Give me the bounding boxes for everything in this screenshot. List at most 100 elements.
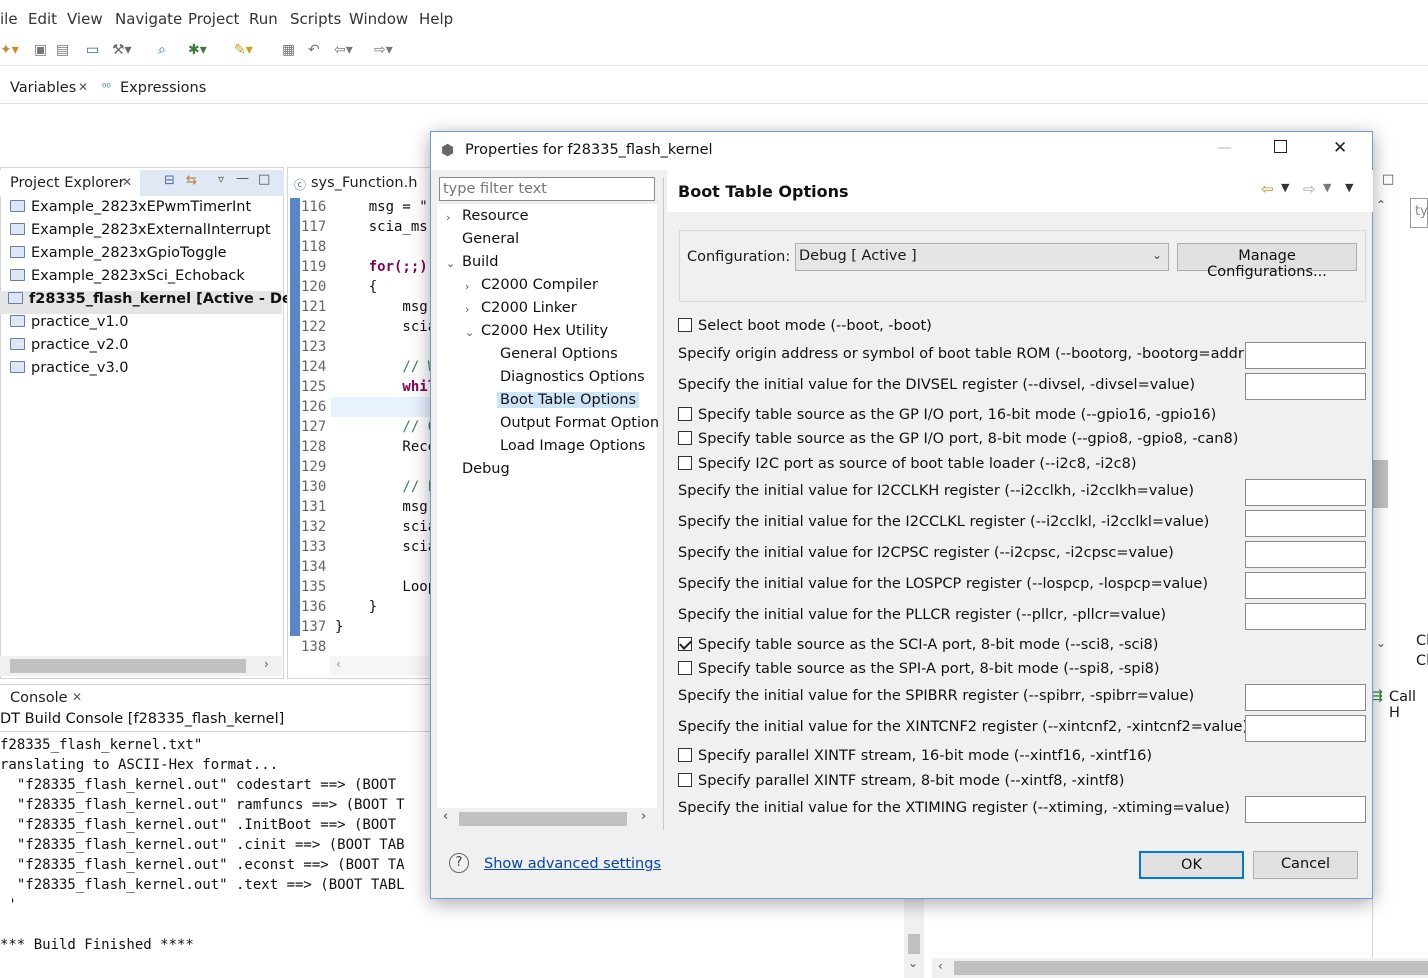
menu-scripts[interactable]: Scripts xyxy=(290,10,341,28)
nav-item[interactable]: Build xyxy=(462,254,498,270)
option-text-field[interactable] xyxy=(1245,715,1366,742)
sash[interactable] xyxy=(663,177,664,830)
filter-input[interactable]: type filter text xyxy=(439,177,655,201)
menu-help[interactable]: Help xyxy=(419,10,453,28)
scroll-down-icon[interactable]: ⌄ xyxy=(908,956,918,970)
menu-edit[interactable]: Edit xyxy=(28,10,57,28)
help-icon[interactable]: ? xyxy=(449,853,469,873)
chevron-right-icon[interactable]: › xyxy=(465,303,469,316)
nav-item[interactable]: General Options xyxy=(500,346,618,362)
project-item[interactable]: f28335_flash_kernel [Active - Debu xyxy=(0,291,312,314)
option-checkbox[interactable] xyxy=(678,773,692,787)
nav-hscroll[interactable]: ‹ › xyxy=(437,808,657,830)
scroll-down-icon[interactable]: ⌄ xyxy=(1376,636,1386,650)
menu-navigate[interactable]: Navigate xyxy=(115,10,182,28)
right-filter-input[interactable]: ty xyxy=(1410,198,1428,228)
scroll-up-icon[interactable]: ⌃ xyxy=(1376,198,1386,212)
close-icon[interactable]: ✕ xyxy=(72,690,82,704)
nav-item[interactable]: C2000 Linker xyxy=(481,300,577,316)
menu-view[interactable]: View xyxy=(67,10,103,28)
ok-button[interactable]: OK xyxy=(1139,851,1244,879)
close-icon[interactable]: ✕ xyxy=(122,175,132,189)
option-text-field[interactable] xyxy=(1245,510,1366,537)
nav-item[interactable]: C2000 Hex Utility xyxy=(481,323,608,339)
scroll-left-icon[interactable]: ‹ xyxy=(938,959,943,973)
option-row[interactable]: Specify parallel XINTF stream, 16-bit mo… xyxy=(678,748,1152,764)
menu-run[interactable]: Run xyxy=(249,10,278,28)
option-row[interactable]: Specify table source as the SPI-A port, … xyxy=(678,661,1160,677)
nav-item[interactable]: Debug xyxy=(462,461,510,477)
search-icon[interactable]: ⌕ xyxy=(158,42,166,58)
nav-item[interactable]: General xyxy=(462,231,519,247)
project-item[interactable]: practice_v2.0 xyxy=(10,337,129,360)
link-editor-icon[interactable]: ⇆ xyxy=(186,173,197,188)
scrollbar-thumb[interactable] xyxy=(954,961,1428,975)
forward-arrow-icon[interactable]: ⇨ xyxy=(1303,180,1316,198)
option-text-field[interactable] xyxy=(1245,603,1366,630)
option-row[interactable]: Specify I2C port as source of boot table… xyxy=(678,456,1137,472)
scrollbar-thumb[interactable] xyxy=(908,934,920,954)
console-vscroll[interactable]: ⌄ xyxy=(904,898,924,978)
option-checkbox[interactable] xyxy=(678,748,692,762)
chevron-down-icon[interactable]: ▼ xyxy=(1281,181,1289,194)
chevron-down-icon[interactable]: ⌄ xyxy=(465,326,474,339)
option-checkbox[interactable] xyxy=(678,318,692,332)
tab-project-explorer[interactable]: Project Explorer ✕ xyxy=(0,170,140,196)
option-checkbox[interactable] xyxy=(678,407,692,421)
nav-item[interactable]: Output Format Option xyxy=(500,415,659,431)
tab-expressions[interactable]: ⁰⁰ Expressions xyxy=(100,76,210,102)
project-item[interactable]: Example_2823xEPwmTimerInt xyxy=(10,199,251,222)
call-hierarchy-tab[interactable]: Call H xyxy=(1389,689,1428,721)
option-checkbox[interactable] xyxy=(678,431,692,445)
scrollbar-thumb[interactable] xyxy=(459,812,627,826)
save-icon[interactable]: ▣ xyxy=(34,42,47,58)
option-row[interactable]: Specify parallel XINTF stream, 8-bit mod… xyxy=(678,773,1124,789)
minimize-icon[interactable]: — xyxy=(1217,138,1232,156)
nav-item[interactable]: Diagnostics Options xyxy=(500,369,645,385)
option-row[interactable]: Specify table source as the SCI-A port, … xyxy=(678,637,1158,653)
chevron-down-icon[interactable]: ⌄ xyxy=(446,257,455,270)
console-icon[interactable]: ▭ xyxy=(86,42,99,58)
option-text-field[interactable] xyxy=(1245,373,1366,400)
horizontal-scrollbar[interactable]: › xyxy=(0,656,282,676)
manage-configurations-button[interactable]: Manage Configurations... xyxy=(1177,243,1357,280)
maximize-icon[interactable]: □ xyxy=(1382,172,1394,187)
right-scrollbar-thumb[interactable] xyxy=(1372,460,1388,508)
option-row[interactable]: Specify table source as the GP I/O port,… xyxy=(678,431,1238,447)
option-text-field[interactable] xyxy=(1245,684,1366,711)
collapse-all-icon[interactable]: ⊟ xyxy=(164,173,175,188)
maximize-icon[interactable] xyxy=(1274,140,1287,153)
nav-item[interactable]: Boot Table Options xyxy=(497,392,640,408)
project-item[interactable]: Example_2823xSci_Echoback xyxy=(10,268,245,291)
tab-sys-function[interactable]: ⓒ sys_Function.h xyxy=(290,170,430,196)
close-icon[interactable]: ✕ xyxy=(1333,138,1347,158)
option-row[interactable]: Specify table source as the GP I/O port,… xyxy=(678,407,1216,423)
bottom-right-hscroll[interactable]: ‹ xyxy=(932,958,1428,978)
scroll-right-icon[interactable]: › xyxy=(264,657,269,671)
scrollbar-thumb[interactable] xyxy=(10,659,246,673)
debug-icon[interactable]: ✱▾ xyxy=(188,42,207,58)
nav-item[interactable]: C2000 Compiler xyxy=(481,277,598,293)
option-row[interactable]: Select boot mode (--boot, -boot) xyxy=(678,318,932,334)
tab-console[interactable]: Console ✕ xyxy=(0,686,92,712)
back-arrow-icon[interactable]: ⇦▾ xyxy=(334,42,353,58)
minimize-icon[interactable]: — xyxy=(236,171,249,186)
configuration-select[interactable]: Debug [ Active ] ⌄ xyxy=(795,243,1169,271)
new-icon[interactable]: ✦▾ xyxy=(0,42,19,58)
nav-item[interactable]: Resource xyxy=(462,208,529,224)
menu-ile[interactable]: ile xyxy=(0,10,18,28)
close-icon[interactable]: ✕ xyxy=(78,80,88,94)
option-text-field[interactable] xyxy=(1245,342,1366,369)
cancel-button[interactable]: Cancel xyxy=(1253,851,1358,879)
project-item[interactable]: Example_2823xExternalInterrupt xyxy=(10,222,271,245)
view-menu-icon[interactable]: ▿ xyxy=(218,172,224,186)
menu-project[interactable]: Project xyxy=(188,10,239,28)
nav-item[interactable]: Load Image Options xyxy=(500,438,645,454)
save-all-icon[interactable]: ▤ xyxy=(56,42,69,58)
option-text-field[interactable] xyxy=(1245,541,1366,568)
last-edit-icon[interactable]: ↶ xyxy=(308,42,320,58)
menu-window[interactable]: Window xyxy=(349,10,408,28)
project-item[interactable]: practice_v1.0 xyxy=(10,314,129,337)
forward-arrow-icon[interactable]: ⇨▾ xyxy=(374,42,393,58)
scroll-left-icon[interactable]: ‹ xyxy=(443,809,448,824)
